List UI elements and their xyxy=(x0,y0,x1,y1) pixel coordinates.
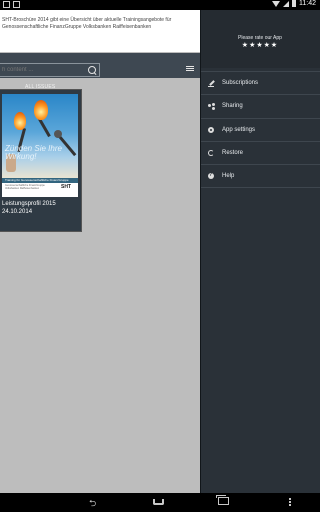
status-icons: 11:42 xyxy=(272,0,316,7)
description-banner: SHT-Broschüre 2014 gibt eine Übersicht ü… xyxy=(0,10,200,52)
description-text: SHT-Broschüre 2014 gibt eine Übersicht ü… xyxy=(2,17,172,30)
issue-cover[interactable]: Zünden Sie Ihre Wirkung! Training für Ge… xyxy=(2,94,78,197)
wifi-icon xyxy=(272,0,280,7)
drawer-item-subscriptions[interactable]: Subscriptions xyxy=(201,71,320,94)
issue-title: Leistungsprofil 2015 xyxy=(2,201,56,207)
drawer-item-app-settings[interactable]: App settings xyxy=(201,118,320,141)
edit-icon xyxy=(208,80,214,87)
drawer-item-help[interactable]: Help xyxy=(201,164,320,187)
issue-card[interactable]: Zünden Sie Ihre Wirkung! Training für Ge… xyxy=(0,89,82,232)
notification-icon xyxy=(3,1,10,8)
image-notification-icon xyxy=(13,1,20,8)
overflow-menu-icon[interactable] xyxy=(289,498,291,500)
menu-icon[interactable] xyxy=(186,66,194,72)
drawer-divider xyxy=(201,187,320,188)
cover-band-text: Training für Genossenschaftliche FinanzG… xyxy=(5,178,69,182)
restore-icon xyxy=(208,150,214,156)
drawer-item-restore[interactable]: Restore xyxy=(201,141,320,164)
drawer-item-sharing[interactable]: Sharing xyxy=(201,94,320,117)
search-icon[interactable] xyxy=(88,66,96,74)
drawer-item-label: Subscriptions xyxy=(222,80,259,86)
status-bar: 11:42 xyxy=(0,0,320,10)
app-content: SHT-Broschüre 2014 gibt eine Übersicht ü… xyxy=(0,10,200,493)
cover-logo: SHT xyxy=(61,184,71,190)
drawer-item-label: Help xyxy=(222,173,235,179)
system-nav-bar: ⮌ xyxy=(0,493,320,512)
gear-icon xyxy=(208,127,214,133)
share-icon xyxy=(208,103,215,109)
search-input[interactable] xyxy=(0,63,100,77)
drawer-item-label: Sharing xyxy=(222,103,243,109)
signal-icon xyxy=(283,0,289,7)
back-icon[interactable]: ⮌ xyxy=(89,499,96,508)
drawer-item-label: App settings xyxy=(222,127,256,133)
drawer-item-label: Restore xyxy=(222,150,244,156)
clock: 11:42 xyxy=(299,0,316,7)
help-icon xyxy=(208,172,214,179)
navigation-drawer: Please rate our App ★★★★★ Subscriptions … xyxy=(200,10,320,493)
battery-icon xyxy=(292,0,296,7)
cover-headline: Zünden Sie Ihre Wirkung! xyxy=(5,144,62,161)
rate-app-section[interactable]: Please rate our App ★★★★★ xyxy=(201,10,320,68)
home-icon[interactable] xyxy=(153,499,164,505)
cover-subtext: Genossenschaftliche FinanzGruppe Volksba… xyxy=(5,184,45,190)
cover-photo xyxy=(2,94,78,178)
issue-date: 24.10.2014 xyxy=(2,209,33,215)
rating-stars[interactable]: ★★★★★ xyxy=(201,41,319,49)
notification-icons xyxy=(3,1,20,8)
search-toolbar xyxy=(0,53,200,78)
recent-apps-icon[interactable] xyxy=(216,495,229,505)
